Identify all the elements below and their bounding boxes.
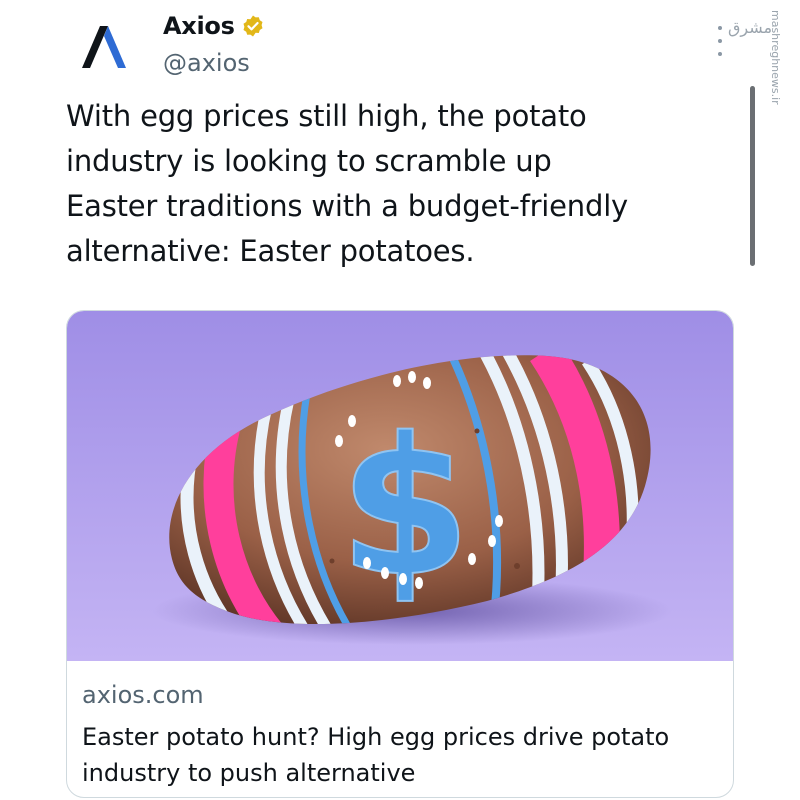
display-name[interactable]: Axios: [163, 12, 235, 40]
dollar-sign-text: $: [339, 397, 471, 618]
card-domain[interactable]: axios.com: [82, 681, 204, 709]
axios-logo-icon[interactable]: [78, 20, 130, 72]
tweet-text-line: alternative: Easter potatoes.: [66, 234, 475, 268]
card-title-line: Easter potato hunt? High egg prices driv…: [82, 723, 670, 751]
card-title[interactable]: Easter potato hunt? High egg prices driv…: [82, 719, 722, 791]
painted-easter-potato-image[interactable]: $: [67, 311, 734, 661]
tweet-text-line: With egg prices still high, the potato: [66, 99, 587, 133]
author-row: Axios: [163, 12, 265, 40]
watermark-url: mashreghnews.ir: [769, 10, 782, 105]
user-handle[interactable]: @axios: [163, 49, 250, 77]
card-title-line: industry to push alternative: [82, 759, 416, 787]
menu-dot: [718, 39, 722, 43]
tweet-text: With egg prices still high, the potato i…: [66, 94, 746, 274]
tweet-text-line: industry is looking to scramble up: [66, 144, 552, 178]
menu-dot: [718, 26, 722, 30]
tweet-text-line: Easter traditions with a budget-friendly: [66, 189, 629, 223]
scrollbar-thumb[interactable]: [750, 86, 755, 266]
tweet-screenshot: Axios @axios مشرق mashreghnews.ir With e…: [0, 0, 800, 800]
menu-dot: [718, 52, 722, 56]
verified-badge-icon: [243, 15, 263, 37]
more-options-icon[interactable]: [713, 26, 727, 56]
link-preview-card[interactable]: $ axios.com Easter potato hunt? High egg…: [66, 310, 734, 798]
